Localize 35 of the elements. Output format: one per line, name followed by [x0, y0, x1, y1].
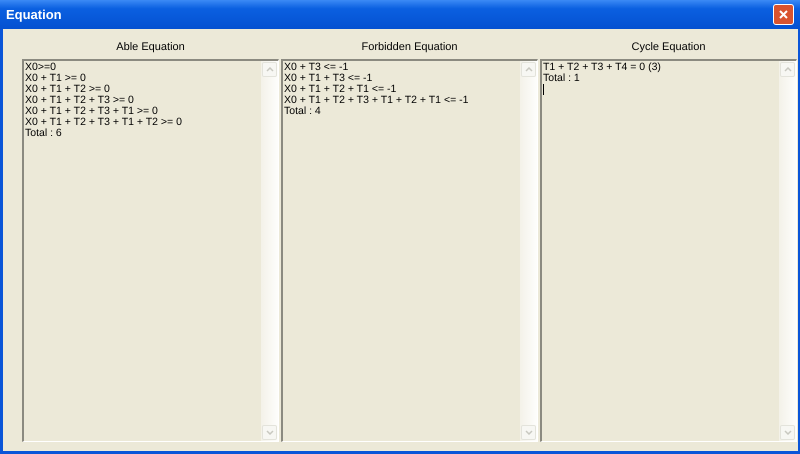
- scroll-down-button[interactable]: [262, 425, 277, 440]
- equation-line: X0 + T1 + T3 <= -1: [284, 73, 374, 84]
- equation-line: X0>=0: [25, 62, 57, 73]
- equation-line: X0 + T1 >= 0: [25, 73, 87, 84]
- close-button[interactable]: [773, 4, 794, 25]
- close-icon: [778, 9, 789, 20]
- scroll-up-button[interactable]: [262, 62, 277, 77]
- equation-line: X0 + T1 + T2 + T3 >= 0: [25, 95, 135, 106]
- equation-line: X0 + T1 + T2 + T3 + T1 >= 0: [25, 106, 159, 117]
- equation-line: X0 + T1 + T2 + T1 <= -1: [284, 84, 398, 95]
- equation-line: T1 + T2 + T3 + T4 = 0 (3): [543, 62, 662, 73]
- column-heading: Forbidden Equation: [360, 40, 458, 55]
- equation-text-area[interactable]: X0>=0 X0 + T1 >= 0 X0 + T1 + T2 >= 0 X0 + T1 + T2 + T3 >= 0 X0 + T1 + T2 + T3 + T1 >= 0 X0 + T1 + T2 + T3 + T1 + T2 >= 0 Total : 6: [22, 59, 279, 442]
- scroll-up-button[interactable]: [780, 62, 795, 77]
- chevron-up-icon: [524, 67, 532, 72]
- equation-text-area[interactable]: X0 + T3 <= -1 X0 + T1 + T3 <= -1 X0 + T1 + T2 + T1 <= -1 X0 + T1 + T2 + T3 + T1 + T2 + T1 <= -1 Total : 4: [281, 59, 538, 442]
- equation-text-area[interactable]: T1 + T2 + T3 + T4 = 0 (3) Total : 1: [540, 59, 797, 442]
- scroll-up-button[interactable]: [521, 62, 536, 77]
- equation-line: X0 + T3 <= -1: [284, 62, 350, 73]
- chevron-up-icon: [266, 67, 274, 72]
- equation-line: X0 + T1 + T2 + T3 + T1 + T2 + T1 <= -1: [284, 95, 470, 106]
- chevron-down-icon: [784, 430, 792, 435]
- column-heading: Cycle Equation: [630, 40, 706, 55]
- scroll-down-button[interactable]: [780, 425, 795, 440]
- chevron-down-icon: [524, 430, 532, 435]
- equation-line: Total : 6: [25, 128, 63, 139]
- chevron-down-icon: [266, 430, 274, 435]
- column-heading: Able Equation: [115, 40, 186, 55]
- window-title: Equation: [6, 6, 62, 24]
- chevron-up-icon: [784, 67, 792, 72]
- scroll-down-button[interactable]: [521, 425, 536, 440]
- equation-line: X0 + T1 + T2 + T3 + T1 + T2 >= 0: [25, 117, 183, 128]
- equation-line: X0 + T1 + T2 >= 0: [25, 84, 111, 95]
- equation-line: Total : 4: [284, 106, 322, 117]
- equation-line: Total : 1: [543, 73, 581, 84]
